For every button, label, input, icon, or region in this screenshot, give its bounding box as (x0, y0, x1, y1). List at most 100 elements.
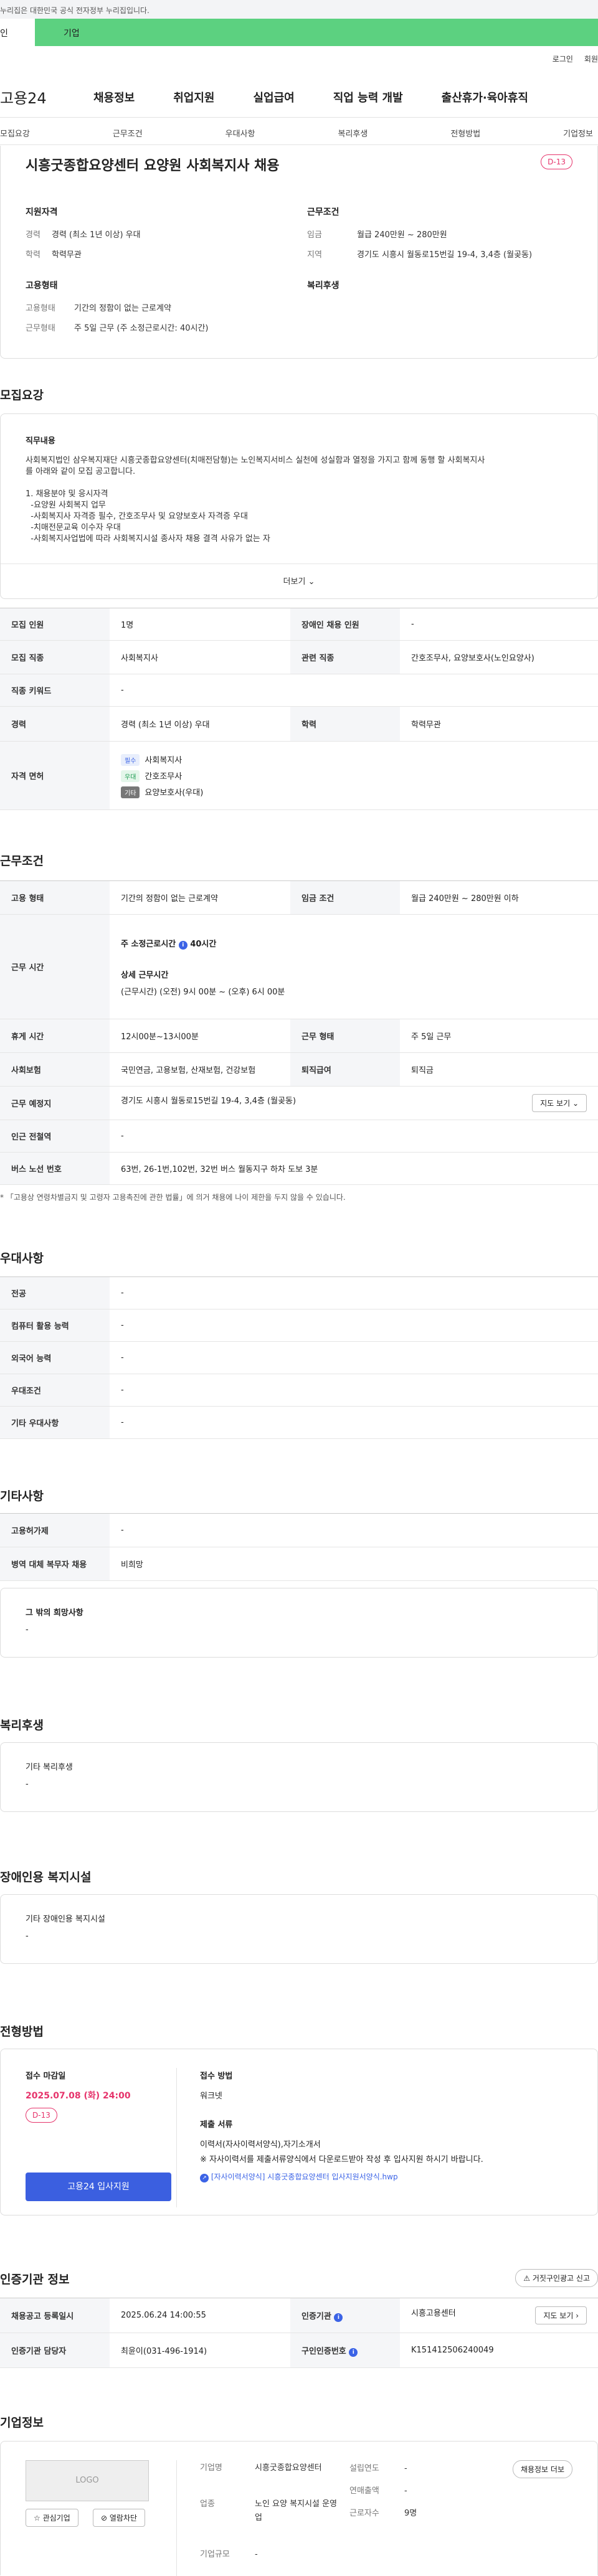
edu-row: 학력 학력무관 (26, 250, 82, 260)
cell-label: 근무 시간 (0, 914, 110, 1019)
cell-value: 비희망 (110, 1547, 598, 1581)
cell-value: - (110, 1276, 598, 1309)
license-tag: 필수 (121, 753, 140, 766)
gnb-unemployment[interactable]: 실업급여 (254, 89, 295, 105)
cert-table: 채용공고 등록일시 2025.06.24 14:00:55 인증기관 i 시흥고용센터… (0, 2298, 598, 2368)
method-value: 워크넷 (200, 2092, 222, 2101)
cell-label: 근무 형태 (290, 1019, 400, 1053)
cell-label: 고용허가제 (0, 1513, 110, 1547)
license-name: 간호조무사 (145, 771, 183, 781)
license-tag: 기타 (121, 786, 140, 798)
subnav-screening[interactable]: 전형방법 (450, 127, 480, 139)
apply-button[interactable]: 고용24 입사지원 (26, 2173, 171, 2201)
info-icon[interactable]: i (349, 2347, 358, 2357)
cell-value: - (110, 1309, 598, 1342)
signup-link[interactable]: 회원 (584, 54, 598, 64)
gnb-support[interactable]: 취업지원 (173, 89, 214, 105)
cell-value: - (110, 1406, 598, 1439)
docs-heading: 제출 서류 (200, 2120, 233, 2130)
duty-line: -요양원 사회복지 업무 (26, 501, 106, 510)
sales-row: 연매출액 - (349, 2486, 407, 2496)
subnav-preferences[interactable]: 우대사항 (225, 127, 255, 139)
duty-text: 사회복지법인 삼우복지재단 시흥굿종합요양센터(치매전담형)는 노인복지서비스 … (26, 455, 485, 545)
star-icon: ☆ (34, 2514, 40, 2522)
docs-download-link[interactable]: ↗ [자사이력서양식] 시흥굿종합요양센터 입사지원서양식.hwp (200, 2171, 398, 2182)
cell-label: 인증기관 i (290, 2298, 400, 2333)
info-icon[interactable]: i (178, 940, 187, 950)
gnb-parental-leave[interactable]: 출산휴가·육아휴직 (442, 89, 528, 105)
map-button-2[interactable]: 지도 보기 › (535, 2306, 587, 2324)
cell-label: 모집 직종 (0, 640, 110, 674)
cell-value: 63번, 26-1번,102번, 32번 버스 월동지구 하차 도보 3분 (110, 1152, 598, 1185)
duty-box: 직무내용 사회복지법인 삼우복지재단 시흥굿종합요양센터(치매전담형)는 노인복… (0, 413, 598, 599)
cell-value: - (110, 1513, 598, 1547)
recruit-table: 모집 인원 1명 장애인 채용 인원 - 모집 직종 사회복지사 관련 직종 간호조무사, … (0, 608, 598, 810)
cell-value: K151412506240049 (400, 2333, 598, 2368)
tab-company[interactable]: 기업 (35, 19, 598, 46)
duty-line (26, 478, 485, 489)
screening-heading: 전형방법 (0, 2025, 44, 2039)
gnb-jobs[interactable]: 채용정보 (93, 89, 135, 105)
docs-value: 이력서(자사이력서양식),자기소개서 (200, 2140, 321, 2149)
subnav-company[interactable]: 기업정보 (563, 127, 593, 139)
duty-line: -사회복지사 자격증 필수, 간호조무사 및 요양보호사 자격증 우대 (26, 512, 248, 521)
license-item: 필수 사회복지사 (121, 753, 587, 766)
welfare-heading-main: 복리후생 (0, 1719, 44, 1732)
job-summary-card: 시흥굿종합요양센터 요양원 사회복지사 채용 D-13 지원자격 경력 경력 (최… (0, 146, 598, 359)
other-hope-heading: 그 밖의 희망사항 (26, 1608, 83, 1618)
cell-value: 사회복지사 (110, 640, 290, 674)
duty-heading: 직무내용 (26, 436, 55, 446)
cell-label: 관련 직종 (290, 640, 400, 674)
more-button[interactable]: 더보기 ⌄ (1, 575, 597, 587)
cell-label: 외국어 능력 (0, 1341, 110, 1374)
subnav-recruit[interactable]: 모집요강 (0, 127, 30, 139)
warning-icon: ⚠ (523, 2274, 531, 2283)
cell-value: 주 5일 근무 (400, 1019, 598, 1053)
screening-box: 접수 마감일 2025.07.08 (화) 24:00 D-13 고용24 입사… (0, 2049, 598, 2215)
cell-value: 1명 (110, 608, 290, 641)
site-logo[interactable]: 고용24 (0, 86, 93, 108)
duty-line: 1. 채용분야 및 응시자격 (26, 489, 108, 499)
tab-personal[interactable]: 인 (0, 19, 35, 46)
gnb-training[interactable]: 직업 능력 개발 (333, 89, 403, 105)
block-button[interactable]: ⊘ 열람차단 (93, 2509, 146, 2527)
table-row: 병역 대체 복무자 채용 비희망 (0, 1547, 598, 1581)
cell-label: 버스 노선 번호 (0, 1152, 110, 1185)
etc-heading: 기타사항 (0, 1489, 44, 1503)
cell-value: 간호조무사, 요양보호사(노인요양사) (400, 640, 598, 674)
report-button[interactable]: ⚠ 거짓구인광고 신고 (515, 2269, 598, 2287)
map-button[interactable]: 지도 보기 ⌄ (532, 1094, 587, 1112)
block-icon: ⊘ (101, 2514, 108, 2522)
login-link[interactable]: 로그인 (553, 54, 573, 64)
duty-line: -치매전문교육 이수자 우대 (26, 523, 121, 532)
welfare-value: - (26, 1780, 29, 1789)
cond-heading-main: 근무조건 (0, 854, 44, 868)
favorite-button[interactable]: ☆ 관심기업 (26, 2509, 78, 2527)
conditions-table: 고용 형태 기간의 정함이 없는 근로계약 임금 조건 월급 240만원 ~ 280만… (0, 880, 598, 1185)
jobs-more-button[interactable]: 채용정보 더보 (512, 2460, 572, 2478)
cell-label: 인증기관 담당자 (0, 2333, 110, 2368)
welfare-heading: 복리후생 (307, 281, 339, 291)
cell-label: 퇴직급여 (290, 1052, 400, 1087)
info-icon[interactable]: i (334, 2313, 343, 2322)
industry-row: 업종 노인 요양 복지시설 운영업 (200, 2499, 337, 2522)
cell-label: 사회보험 (0, 1052, 110, 1087)
gov-banner: 누리집은 대한민국 공식 전자정부 누리집입니다. (0, 0, 598, 19)
cell-value: - (110, 1374, 598, 1407)
dday-badge: D-13 (541, 154, 572, 169)
weekly-hours: 주 소정근로시간 i 40시간 (121, 939, 217, 950)
link-icon: ↗ (200, 2174, 209, 2182)
cell-label: 기타 우대사항 (0, 1406, 110, 1439)
method-heading: 접수 방법 (200, 2072, 233, 2081)
cell-value: 퇴직금 (400, 1052, 598, 1087)
cell-value: 기간의 정함이 없는 근로계약 (110, 880, 290, 915)
cell-value: 경력 (최소 1년 이상) 우대 (110, 706, 290, 742)
subnav-conditions[interactable]: 근무조건 (113, 127, 143, 139)
cell-label: 임금 조건 (290, 880, 400, 915)
table-row: 기타 우대사항 - (0, 1406, 598, 1439)
cell-value: 국민연금, 고용보험, 산재보험, 건강보험 (110, 1052, 290, 1087)
qual-heading: 지원자격 (26, 207, 58, 217)
license-item: 기타 요양보호사(우대) (121, 786, 587, 798)
subnav-welfare[interactable]: 복리후생 (338, 127, 368, 139)
cell-label: 고용 형태 (0, 880, 110, 915)
